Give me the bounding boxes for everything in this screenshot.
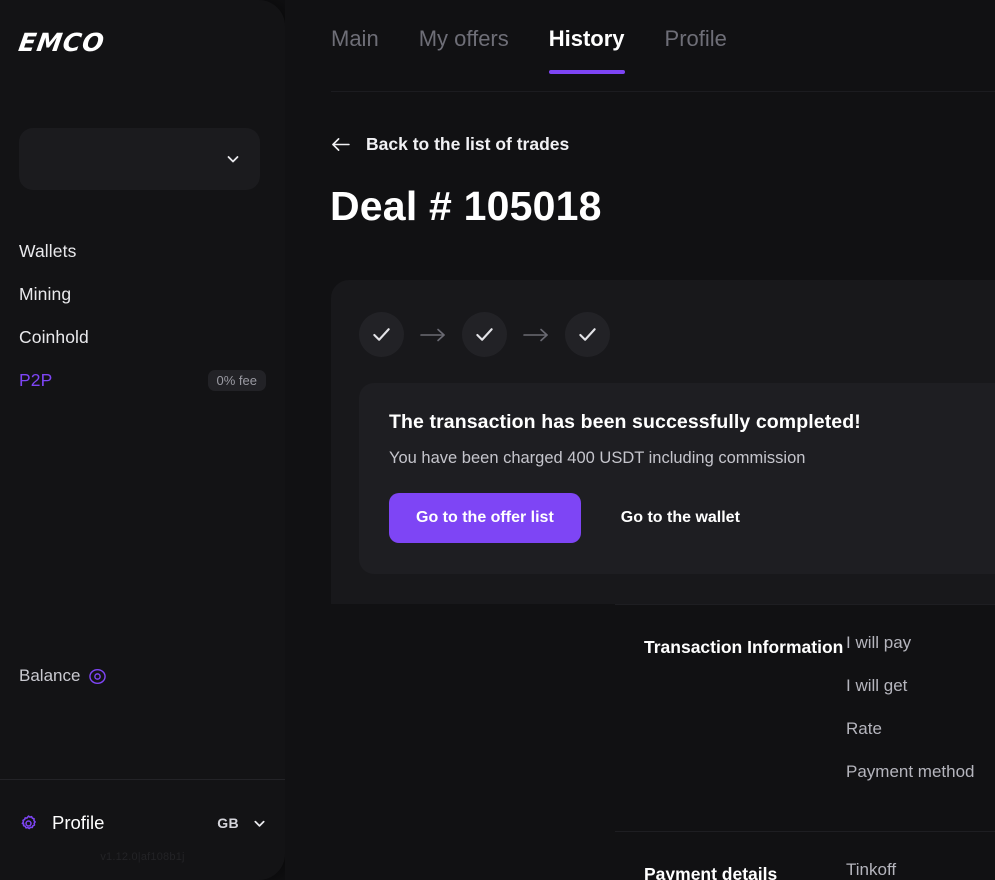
deal-stepper	[359, 312, 995, 357]
payment-details-rows: Tinkoff ********	[846, 860, 995, 880]
row-key: Rate	[846, 719, 882, 738]
table-row: I will pay 400 USDT	[846, 633, 995, 676]
tabs-divider	[331, 91, 995, 92]
success-subtitle: You have been charged 400 USDT including…	[389, 449, 806, 467]
stepper-step-1	[359, 312, 404, 357]
success-title: The transaction has been successfully co…	[389, 411, 861, 433]
sidebar-item-label: Wallets	[19, 240, 77, 261]
sidebar-item-mining[interactable]: Mining	[0, 279, 285, 309]
success-panel: The transaction has been successfully co…	[359, 383, 995, 574]
row-key: Payment method	[846, 762, 975, 781]
top-tabs: Main My offers History Profile	[331, 26, 727, 74]
sidebar-item-coinhold[interactable]: Coinhold	[0, 322, 285, 352]
p2p-fee-badge: 0% fee	[207, 369, 266, 391]
sidebar-item-profile[interactable]: Profile GB	[19, 812, 266, 834]
stepper-step-2	[462, 312, 507, 357]
tab-main[interactable]: Main	[331, 26, 379, 74]
profile-label: Profile	[52, 812, 105, 833]
stepper-step-3	[565, 312, 610, 357]
brand-logo[interactable]: EMCO	[17, 28, 107, 57]
balance-label: Balance	[19, 666, 81, 685]
tab-history[interactable]: History	[548, 26, 625, 74]
transaction-information-rows: I will pay 400 USDT I will get ₽ 36,408.…	[846, 633, 995, 805]
table-row: Rate ₽ 91.02	[846, 719, 995, 762]
transaction-information-block: Transaction Information I will pay 400 U…	[615, 605, 995, 831]
sidebar: EMCO Wallets Mining Coinhold P2P 0% fee …	[0, 0, 285, 880]
sidebar-item-p2p[interactable]: P2P 0% fee	[0, 365, 285, 395]
chevron-down-icon	[253, 817, 266, 830]
check-icon	[371, 324, 392, 345]
back-link-label: Back to the list of trades	[366, 134, 570, 154]
row-key: I will pay	[846, 633, 912, 652]
deal-status-card: The transaction has been successfully co…	[331, 280, 995, 604]
page-title: Deal # 105018	[330, 183, 602, 229]
deal-info-section: Transaction Information I will pay 400 U…	[615, 604, 995, 880]
chevron-down-icon	[226, 152, 240, 166]
sidebar-item-label: Mining	[19, 283, 72, 304]
language-code: GB	[217, 815, 239, 831]
payment-details-heading: Payment details	[644, 864, 778, 880]
eye-icon	[89, 668, 107, 685]
table-row: Tinkoff ********	[846, 860, 995, 880]
account-selector[interactable]	[19, 128, 260, 190]
table-row: Payment method Local Card (Yellow)	[846, 762, 995, 805]
sidebar-item-label: Coinhold	[19, 326, 89, 347]
sidebar-item-wallets[interactable]: Wallets	[0, 236, 285, 266]
back-to-trades-link[interactable]: Back to the list of trades	[331, 134, 569, 155]
arrow-right-icon	[523, 328, 549, 342]
gear-icon	[19, 814, 38, 833]
check-icon	[577, 324, 598, 345]
sidebar-nav: Wallets Mining Coinhold P2P 0% fee	[0, 236, 285, 408]
row-key: I will get	[846, 676, 908, 695]
check-icon	[474, 324, 495, 345]
payment-details-block: Payment details Tinkoff ********	[615, 831, 995, 880]
go-to-offer-list-button[interactable]: Go to the offer list	[389, 493, 581, 543]
arrow-right-icon	[420, 328, 446, 342]
app-root: EMCO Wallets Mining Coinhold P2P 0% fee …	[0, 0, 995, 880]
tab-my-offers[interactable]: My offers	[419, 26, 509, 74]
balance-toggle[interactable]: Balance	[19, 666, 107, 686]
success-actions: Go to the offer list Go to the wallet	[389, 493, 989, 543]
main-content: Main My offers History Profile Back to t…	[285, 0, 995, 880]
tab-profile[interactable]: Profile	[665, 26, 727, 74]
sidebar-divider	[0, 779, 285, 780]
row-key: Tinkoff	[846, 860, 897, 879]
app-version: v1.12.0|af108b1j	[100, 851, 185, 863]
go-to-wallet-button[interactable]: Go to the wallet	[617, 493, 744, 543]
language-selector[interactable]: GB	[217, 815, 266, 831]
transaction-information-heading: Transaction Information	[644, 637, 844, 657]
sidebar-item-label: P2P	[19, 369, 53, 390]
table-row: I will get ₽ 36,408.00	[846, 676, 995, 719]
arrow-left-icon	[331, 137, 350, 152]
